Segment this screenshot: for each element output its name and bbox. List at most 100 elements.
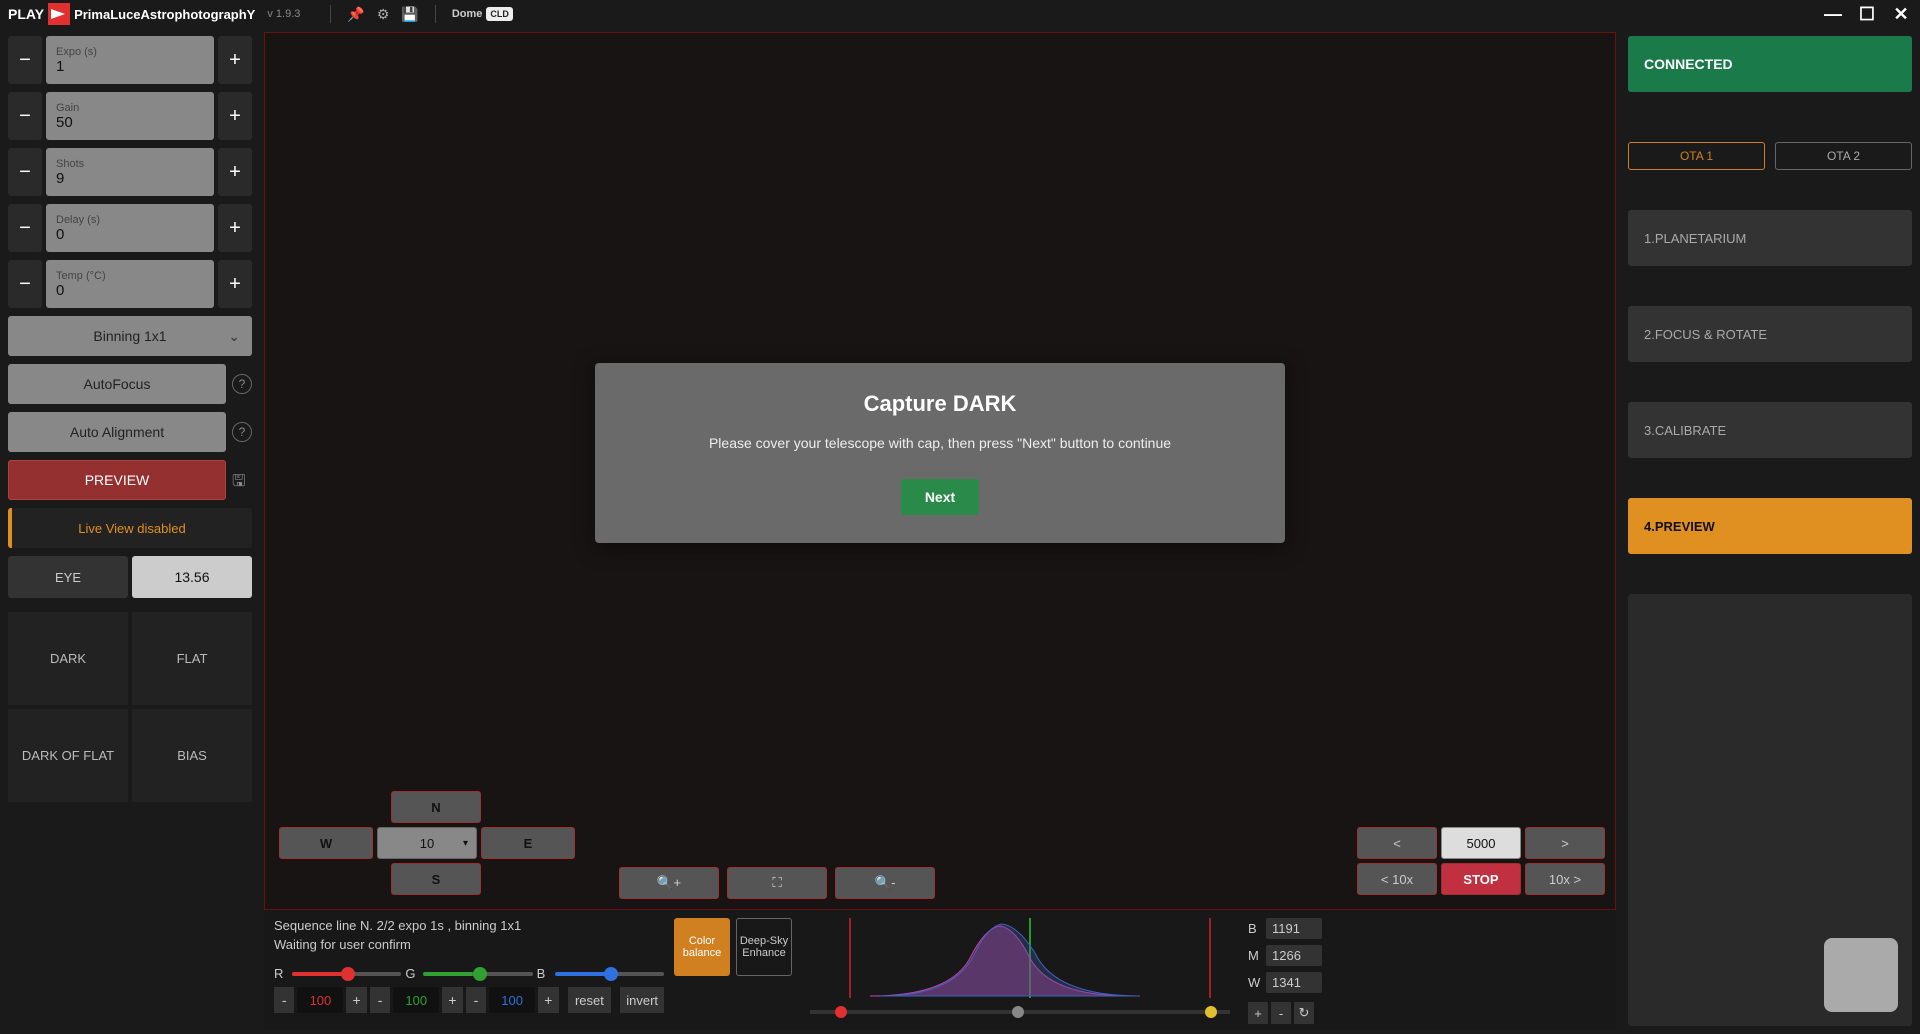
delay-minus[interactable]: −	[8, 204, 42, 252]
step-preview[interactable]: 4.PREVIEW	[1628, 498, 1912, 554]
shots-field[interactable]: Shots 9	[46, 148, 214, 196]
zoom-out-button[interactable]: 🔍-	[835, 867, 935, 899]
temp-minus[interactable]: −	[8, 260, 42, 308]
mid-value[interactable]: 1266	[1266, 945, 1322, 966]
slew-speed-select[interactable]: 10 ▾	[377, 827, 477, 859]
focus-in-10x-button[interactable]: < 10x	[1357, 863, 1437, 895]
autofocus-help-icon[interactable]: ?	[232, 374, 252, 394]
ota2-button[interactable]: OTA 2	[1775, 142, 1912, 170]
r-minus[interactable]: -	[274, 987, 294, 1013]
minimize-button[interactable]: —	[1822, 3, 1844, 25]
focus-out-button[interactable]: >	[1525, 827, 1605, 859]
r-slider[interactable]	[292, 972, 401, 976]
histogram-white-point[interactable]	[1205, 1006, 1217, 1018]
focus-in-button[interactable]: <	[1357, 827, 1437, 859]
delay-stepper: − Delay (s) 0 +	[8, 204, 252, 252]
eye-value[interactable]: 13.56	[132, 556, 252, 598]
step-calibrate[interactable]: 3.CALIBRATE	[1628, 402, 1912, 458]
step-focus-rotate[interactable]: 2.FOCUS & ROTATE	[1628, 306, 1912, 362]
fit-button[interactable]: ⛶	[727, 867, 827, 899]
expo-plus[interactable]: +	[218, 36, 252, 84]
maximize-button[interactable]: ☐	[1856, 3, 1878, 25]
ota1-button[interactable]: OTA 1	[1628, 142, 1765, 170]
histogram-mid-point[interactable]	[1012, 1006, 1024, 1018]
slider-thumb[interactable]	[473, 967, 487, 981]
delay-plus[interactable]: +	[218, 204, 252, 252]
expo-field[interactable]: Expo (s) 1	[46, 36, 214, 84]
live-view-status[interactable]: Live View disabled	[8, 508, 252, 548]
autofocus-button[interactable]: AutoFocus	[8, 364, 226, 404]
save-preview-icon[interactable]: 🖫	[232, 470, 252, 490]
sequence-line-2: Waiting for user confirm	[274, 937, 664, 952]
invert-button[interactable]: invert	[620, 987, 664, 1013]
close-button[interactable]: ✕	[1890, 3, 1912, 25]
white-value[interactable]: 1341	[1266, 972, 1322, 993]
gain-stepper: − Gain 50 +	[8, 92, 252, 140]
histogram[interactable]	[810, 918, 1230, 1018]
south-button[interactable]: S	[391, 863, 481, 895]
g-slider[interactable]	[423, 972, 532, 976]
g-plus[interactable]: +	[442, 987, 462, 1013]
b-minus[interactable]: -	[466, 987, 486, 1013]
bmw-reload[interactable]: ↻	[1294, 1002, 1314, 1024]
b-slider[interactable]	[555, 972, 664, 976]
dark-of-flat-button[interactable]: DARK OF FLAT	[8, 709, 128, 802]
slider-thumb[interactable]	[341, 967, 355, 981]
histogram-black-point[interactable]	[835, 1006, 847, 1018]
focus-position[interactable]: 5000	[1441, 827, 1521, 859]
focus-out-10x-button[interactable]: 10x >	[1525, 863, 1605, 895]
temp-value: 0	[56, 282, 204, 299]
bmw-plus[interactable]: +	[1248, 1002, 1268, 1024]
shots-minus[interactable]: −	[8, 148, 42, 196]
g-minus[interactable]: -	[370, 987, 390, 1013]
pin-icon[interactable]: 📌	[347, 6, 364, 23]
g-label: G	[405, 966, 419, 981]
west-button[interactable]: W	[279, 827, 373, 859]
connection-status[interactable]: CONNECTED	[1628, 36, 1912, 92]
temp-field[interactable]: Temp (°C) 0	[46, 260, 214, 308]
delay-field[interactable]: Delay (s) 0	[46, 204, 214, 252]
color-balance-button[interactable]: Color balance	[674, 918, 730, 976]
step-planetarium[interactable]: 1.PLANETARIUM	[1628, 210, 1912, 266]
focus-stop-button[interactable]: STOP	[1441, 863, 1521, 895]
bias-button[interactable]: BIAS	[132, 709, 252, 802]
play-label: PLAY	[8, 6, 44, 22]
dark-button[interactable]: DARK	[8, 612, 128, 705]
gain-field[interactable]: Gain 50	[46, 92, 214, 140]
gain-minus[interactable]: −	[8, 92, 42, 140]
temp-plus[interactable]: +	[218, 260, 252, 308]
autoalignment-button[interactable]: Auto Alignment	[8, 412, 226, 452]
thumbnail-preview[interactable]	[1824, 938, 1898, 1012]
flat-button[interactable]: FLAT	[132, 612, 252, 705]
save-icon[interactable]: 💾	[401, 6, 418, 23]
g-value[interactable]	[393, 987, 439, 1013]
center-panel: Capture DARK Please cover your telescope…	[260, 28, 1620, 1034]
histogram-range-bar[interactable]	[810, 1010, 1230, 1014]
zoom-in-button[interactable]: 🔍+	[619, 867, 719, 899]
capture-dark-modal: Capture DARK Please cover your telescope…	[595, 363, 1285, 543]
zoom-in-icon: 🔍+	[657, 875, 681, 891]
r-plus[interactable]: +	[346, 987, 366, 1013]
fit-icon: ⛶	[772, 875, 781, 891]
autoalign-help-icon[interactable]: ?	[232, 422, 252, 442]
black-value[interactable]: 1191	[1266, 918, 1322, 939]
deep-sky-enhance-button[interactable]: Deep-Sky Enhance	[736, 918, 792, 976]
east-button[interactable]: E	[481, 827, 575, 859]
modal-next-button[interactable]: Next	[901, 479, 979, 515]
preview-button[interactable]: PREVIEW	[8, 460, 226, 500]
mid-label: M	[1248, 948, 1262, 963]
expo-minus[interactable]: −	[8, 36, 42, 84]
gain-plus[interactable]: +	[218, 92, 252, 140]
r-value[interactable]	[297, 987, 343, 1013]
image-viewer[interactable]: Capture DARK Please cover your telescope…	[264, 32, 1616, 910]
slider-thumb[interactable]	[604, 967, 618, 981]
binning-select[interactable]: Binning 1x1 ⌄	[8, 316, 252, 356]
b-value[interactable]	[489, 987, 535, 1013]
north-button[interactable]: N	[391, 791, 481, 823]
slew-speed-value: 10	[420, 836, 434, 851]
bmw-minus[interactable]: -	[1271, 1002, 1291, 1024]
sliders-icon[interactable]: ⚙	[377, 6, 390, 23]
reset-button[interactable]: reset	[568, 987, 612, 1013]
shots-plus[interactable]: +	[218, 148, 252, 196]
b-plus[interactable]: +	[538, 987, 558, 1013]
